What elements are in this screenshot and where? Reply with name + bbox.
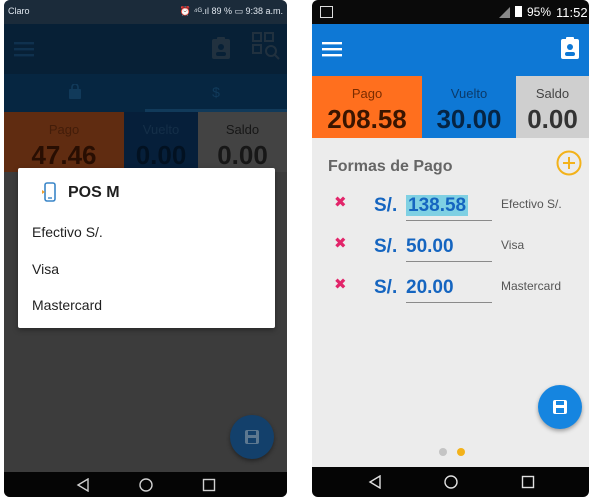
floppy-icon: [245, 430, 259, 444]
save-fab[interactable]: [538, 385, 582, 429]
right-phone-screen: 95% 11:52 Pago 208.58 Vuelto 30.00 Saldo…: [312, 0, 589, 497]
summary-vuelto-value: 30.00: [436, 104, 502, 134]
back-icon[interactable]: [368, 474, 382, 494]
recents-icon[interactable]: [521, 475, 535, 494]
summary-saldo: Saldo 0.00: [516, 76, 589, 138]
battery-icon: [515, 6, 522, 17]
payment-amount-input[interactable]: 20.00: [406, 277, 492, 303]
nav-bar: [312, 467, 589, 497]
nav-bar: [4, 472, 287, 497]
remove-icon[interactable]: ✖: [334, 234, 347, 252]
payment-row: ✖ S/. 50.00 Visa: [312, 231, 589, 267]
home-icon[interactable]: [138, 477, 154, 497]
remove-icon[interactable]: ✖: [334, 193, 347, 211]
payment-row: ✖ S/. 20.00 Mastercard: [312, 272, 589, 308]
add-payment-button[interactable]: [556, 150, 582, 176]
summary-pago-value: 208.58: [327, 104, 407, 134]
remove-icon[interactable]: ✖: [334, 275, 347, 293]
payment-method-label: Visa: [501, 238, 525, 252]
signal-icon: [499, 7, 511, 21]
summary-pago-label: Pago: [351, 86, 383, 101]
image-notification-icon: [320, 6, 333, 18]
payment-amount-selected: 138.58: [406, 195, 469, 216]
dialog-title: POS M: [68, 184, 120, 201]
home-icon[interactable]: [443, 474, 459, 495]
section-title: Formas de Pago: [328, 158, 453, 175]
payment-row: ✖ S/. 138.58 Efectivo S/.: [312, 190, 589, 226]
payment-currency: S/.: [374, 277, 398, 298]
plus-circle-icon: [556, 150, 582, 176]
clipboard-icon[interactable]: [559, 36, 581, 65]
page-dot[interactable]: [439, 448, 447, 456]
phone-pos-icon: [42, 182, 58, 207]
carrier-label: Claro: [8, 6, 30, 16]
dialog-option-efectivo[interactable]: Efectivo S/.: [32, 224, 103, 240]
menu-icon[interactable]: [322, 40, 344, 63]
clock: 11:52: [556, 5, 588, 20]
recents-icon[interactable]: [202, 478, 216, 497]
payment-method-label: Mastercard: [501, 279, 562, 293]
save-fab[interactable]: [230, 415, 274, 459]
page-dot-active[interactable]: [457, 448, 465, 456]
summary-vuelto-label: Vuelto: [450, 86, 488, 101]
payment-method-label: Efectivo S/.: [501, 197, 562, 211]
floppy-icon: [553, 400, 567, 414]
payment-amount-input[interactable]: 138.58: [406, 195, 492, 221]
payment-currency: S/.: [374, 195, 398, 216]
summary-saldo-value: 0.00: [527, 104, 578, 134]
payment-currency: S/.: [374, 236, 398, 257]
status-right: ⏰ ⁴ᴳ.ıl 89 % ▭ 9:38 a.m.: [179, 6, 283, 16]
back-icon[interactable]: [76, 477, 90, 497]
status-bar: 95% 11:52: [312, 0, 589, 24]
status-bar: Claro ⏰ ⁴ᴳ.ıl 89 % ▭ 9:38 a.m.: [4, 0, 287, 24]
dialog-option-mastercard[interactable]: Mastercard: [32, 297, 102, 313]
left-phone-screen: Claro ⏰ ⁴ᴳ.ıl 89 % ▭ 9:38 a.m. $ Pago 47…: [4, 0, 287, 497]
dialog-option-visa[interactable]: Visa: [32, 261, 59, 277]
app-bar: [312, 24, 589, 76]
payment-method-dialog: POS M Efectivo S/. Visa Mastercard: [18, 168, 275, 328]
battery-percent: 95%: [527, 5, 552, 19]
summary-pago: Pago 208.58: [312, 76, 422, 138]
summary-vuelto: Vuelto 30.00: [422, 76, 516, 138]
payment-amount-input[interactable]: 50.00: [406, 236, 492, 262]
summary-saldo-label: Saldo: [535, 86, 570, 101]
